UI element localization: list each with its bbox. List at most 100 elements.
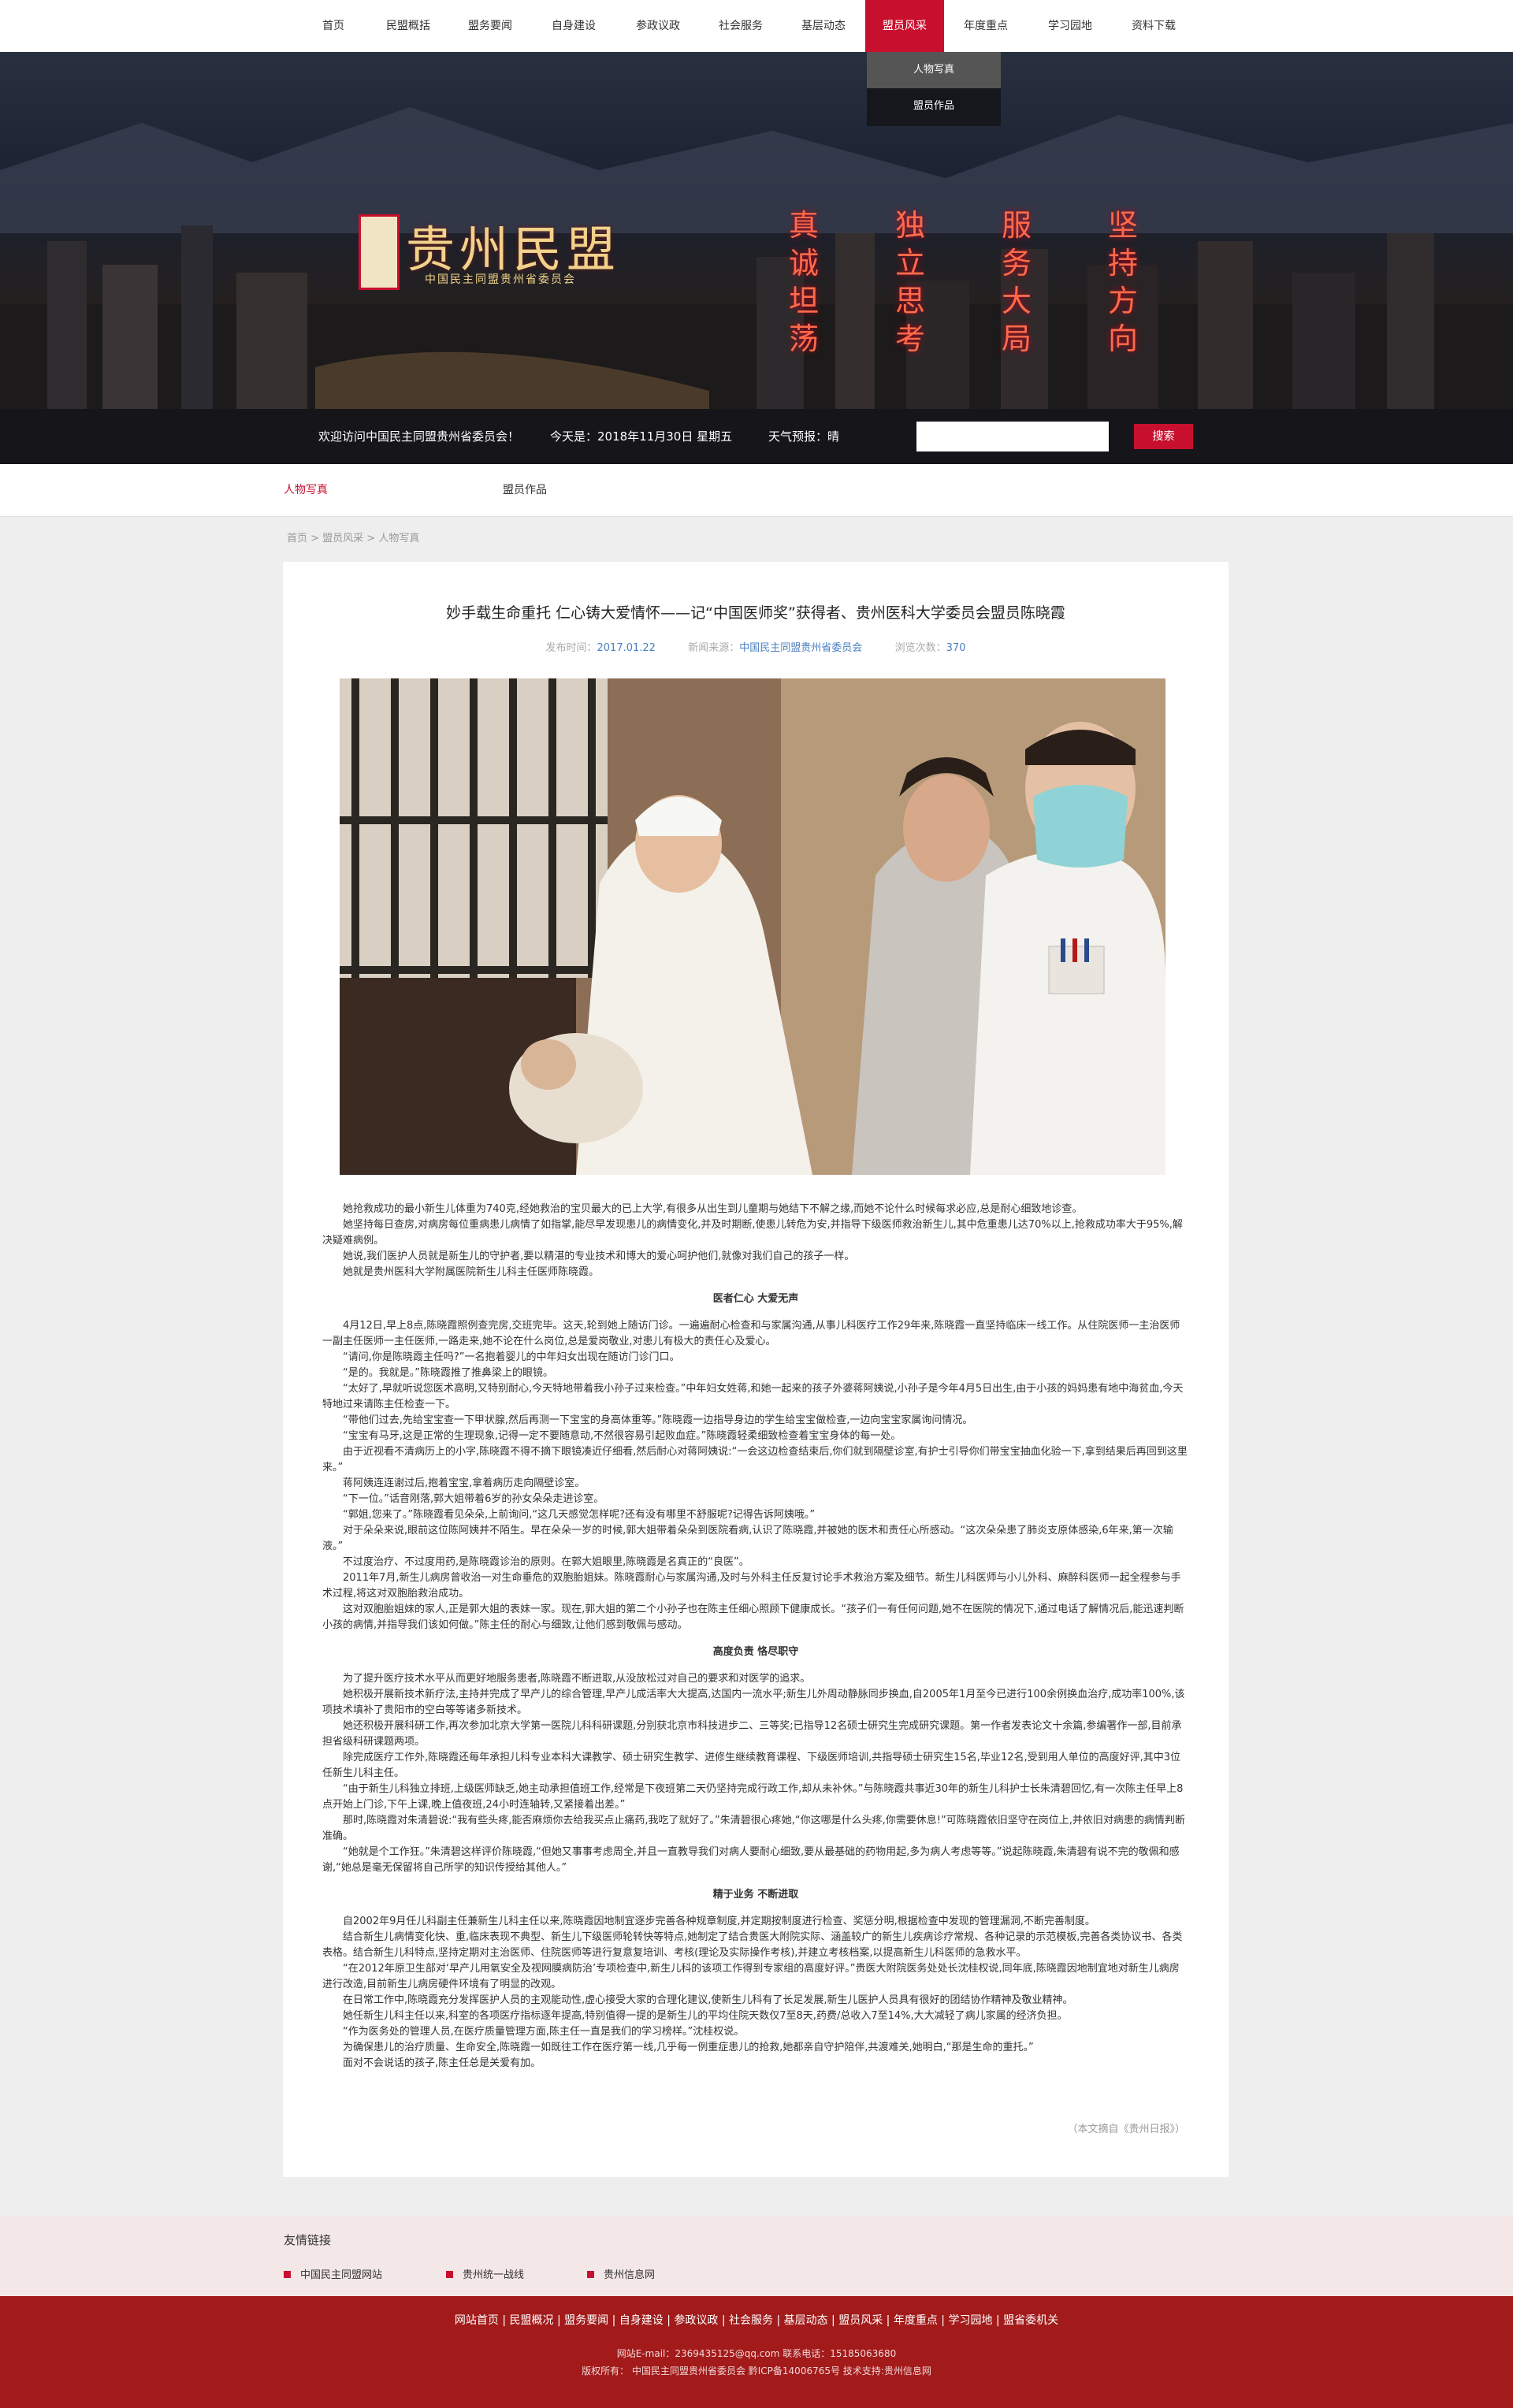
nav-item-0[interactable]: 首页 — [299, 0, 367, 52]
logo-title: 贵州民盟 — [406, 221, 621, 278]
paragraph: “由于新生儿科独立排班,上级医师缺乏,她主动承担值班工作,经常是下夜班第二天仍坚… — [322, 1783, 1184, 1811]
slogan-1: 真诚坦荡 — [788, 208, 819, 356]
square-bullet-icon — [284, 2271, 291, 2278]
doctor-photo-illustration — [340, 678, 1165, 1175]
friend-link-1[interactable]: 中国民主同盟网站 — [284, 2266, 382, 2281]
paragraph: “太好了,早就听说您医术高明,又特别耐心,今天特地带着我小孙子过来检查。”中年妇… — [322, 1383, 1184, 1410]
paragraph: 她积极开展新技术新疗法,主持并完成了早产儿的综合管理,早产儿成活率大大提高,达国… — [322, 1689, 1185, 1716]
nav-item-10[interactable]: 资料下载 — [1113, 0, 1195, 52]
seal-icon — [359, 214, 400, 290]
weather-text: 天气预报：晴 — [768, 429, 840, 444]
nav-item-9[interactable]: 学习园地 — [1028, 0, 1113, 52]
footer-nav[interactable]: 网站首页 | 民盟概况 | 盟务要闻 | 自身建设 | 参政议政 | 社会服务 … — [0, 2312, 1513, 2328]
intro-paragraphs: 她抢救成功的最小新生儿体重为740克,经她救治的宝贝最大的已上大学,有很多从出生… — [322, 1202, 1189, 1280]
subnav-item-works[interactable]: 盟员作品 — [503, 464, 547, 516]
slogan-4: 坚持方向 — [1107, 208, 1138, 356]
view-count: 370 — [946, 642, 966, 654]
friend-link-3[interactable]: 贵州信息网 — [587, 2266, 655, 2281]
footer-contact: 网站E-mail：2369435125@qq.com 联系电话：15185063… — [616, 2348, 897, 2359]
paragraph: 这对双胞胎姐妹的家人,正是郭大姐的表妹一家。现在,郭大姐的第二个小孙子也在陈主任… — [322, 1603, 1184, 1631]
nav-item-3[interactable]: 自身建设 — [531, 0, 616, 52]
section-1-title: 医者仁心 大爱无声 — [712, 1293, 799, 1305]
paragraph: 蒋阿姨连连谢过后,抱着宝宝,拿着病历走向隔壁诊室。 — [343, 1477, 585, 1489]
dropdown-item-portraits[interactable]: 人物写真 — [867, 52, 1001, 88]
slogans: 真诚坦荡 独立思考 服务大局 坚持方向 — [780, 206, 1158, 364]
friend-link-label: 贵州统一战线 — [463, 2269, 525, 2281]
header-banner: 贵州民盟 中国民主同盟贵州省委员会 真诚坦荡 独立思考 服务大局 坚持方向 — [0, 52, 1513, 409]
paragraph: 除完成医疗工作外,陈晓霞还每年承担儿科专业本科大课教学、硕士研究生教学、进修生继… — [322, 1752, 1181, 1779]
section-3-paragraphs: 自2002年9月任儿科副主任兼新生儿科主任以来,陈晓霞因地制宜逐步完善各种规章制… — [322, 1914, 1189, 2072]
article-meta: 发布时间：2017.01.22 新闻来源：中国民主同盟贵州省委员会 浏览次数：3… — [283, 639, 1229, 654]
section-3-title: 精于业务 不断进取 — [712, 1889, 799, 1901]
article-photo — [340, 678, 1165, 1175]
slogan-2: 独立思考 — [894, 208, 925, 356]
top-nav: 首页 民盟概括 盟务要闻 自身建设 参政议政 社会服务 基层动态 盟员风采 年度重点 学习园地 资料… — [0, 0, 1513, 52]
date-text: 今天是：2018年11月30日 星期五 — [550, 429, 733, 444]
info-bar: 欢迎访问中国民主同盟贵州省委员会！ 今天是：2018年11月30日 星期五 天气… — [0, 409, 1513, 464]
date-label: 发布时间： — [545, 642, 597, 654]
paragraph: 对于朵朵来说,眼前这位陈阿姨并不陌生。早在朵朵一岁的时候,郭大姐带着朵朵到医院看… — [322, 1525, 1173, 1552]
friend-link-label: 中国民主同盟网站 — [300, 2269, 383, 2281]
section-2-title: 高度负责 恪尽职守 — [712, 1646, 799, 1658]
paragraph: “是的。我就是。”陈晓霞推了推鼻梁上的眼镜。 — [343, 1367, 553, 1379]
square-bullet-icon — [587, 2271, 594, 2278]
paragraph: 自2002年9月任儿科副主任兼新生儿科主任以来,陈晓霞因地制宜逐步完善各种规章制… — [343, 1916, 1095, 1927]
paragraph: 在日常工作中,陈晓霞充分发挥医护人员的主观能动性,虚心接受大家的合理化建议,使新… — [343, 1994, 1073, 2006]
article-title: 妙手载生命重托 仁心铸大爱情怀——记“中国医师奖”获得者、贵州医科大学委员会盟员… — [446, 604, 1065, 622]
nav-item-2[interactable]: 盟务要闻 — [449, 0, 531, 52]
paragraph: 结合新生儿病情变化快、重,临床表现不典型、新生儿下级医师轮转快等特点,她制定了结… — [322, 1931, 1183, 1959]
nav-item-7[interactable]: 盟员风采 — [865, 0, 944, 52]
nav-item-8[interactable]: 年度重点 — [944, 0, 1028, 52]
publish-date: 2017.01.22 — [597, 642, 656, 654]
news-source: 中国民主同盟贵州省委员会 — [739, 642, 863, 654]
paragraph: 2011年7月,新生儿病房曾收治一对生命垂危的双胞胎姐妹。陈晓霞耐心与家属沟通,… — [322, 1572, 1181, 1600]
section-1-paragraphs: 4月12日,早上8点,陈晓霞照例查完房,交班完毕。这天,轮到她上随访门诊。一遍遍… — [322, 1318, 1189, 1633]
paragraph: 面对不会说话的孩子,陈主任总是关爱有加。 — [343, 2057, 541, 2069]
nav-item-1[interactable]: 民盟概括 — [367, 0, 449, 52]
paragraph: “郭姐,您来了。”陈晓霞看见朵朵,上前询问,“这几天感觉怎样呢?还有没有哪里不舒… — [343, 1509, 816, 1521]
paragraph: 她抢救成功的最小新生儿体重为740克,经她救治的宝贝最大的已上大学,有很多从出生… — [343, 1203, 1083, 1215]
subnav-item-portraits[interactable]: 人物写真 — [284, 464, 328, 516]
paragraph: 为了提升医疗技术水平从而更好地服务患者,陈晓霞不断进取,从没放松过对自己的要求和… — [343, 1673, 811, 1685]
breadcrumb[interactable]: 首页 > 盟员风采 > 人物写真 — [287, 530, 419, 544]
paragraph: 她还积极开展科研工作,再次参加北京大学第一医院儿科科研课题,分别获北京市科技进步… — [322, 1720, 1182, 1748]
friend-link-2[interactable]: 贵州统一战线 — [446, 2266, 524, 2281]
source-note: （本文摘自《贵州日报》） — [1067, 2124, 1185, 2135]
paragraph: 她说,我们医护人员就是新生儿的守护者,要以精湛的专业技术和博大的爱心呵护他们,就… — [343, 1250, 855, 1262]
dropdown-item-works[interactable]: 盟员作品 — [867, 88, 1001, 124]
logo-subtitle: 中国民主同盟贵州省委员会 — [425, 273, 576, 286]
paragraph: 她就是贵州医科大学附属医院新生儿科主任医师陈晓霞。 — [343, 1266, 600, 1278]
welcome-text: 欢迎访问中国民主同盟贵州省委员会！ — [318, 429, 520, 444]
main-menu: 首页 民盟概括 盟务要闻 自身建设 参政议政 社会服务 基层动态 盟员风采 年度重点 学习园地 资料… — [299, 0, 1195, 52]
search-input[interactable] — [916, 422, 1109, 452]
search-button[interactable]: 搜索 — [1134, 424, 1193, 449]
paragraph: “她就是个工作狂。”朱清碧这样评价陈晓霞,“但她又事事考虑周全,并且一直教导我们… — [322, 1846, 1180, 1874]
sub-nav: 人物写真 盟员作品 — [0, 464, 1513, 517]
paragraph: 那时,陈晓霞对朱清碧说:“我有些头疼,能否麻烦你去给我买点止痛药,我吃了就好了。… — [322, 1815, 1185, 1842]
footer: 网站首页 | 民盟概况 | 盟务要闻 | 自身建设 | 参政议政 | 社会服务 … — [0, 2296, 1513, 2408]
paragraph: 为确保患儿的治疗质量、生命安全,陈晓霞一如既往工作在医疗第一线,几乎每一例重症患… — [343, 2042, 1034, 2053]
paragraph: “在2012年原卫生部对‘早产儿用氧安全及视网膜病防治’专项检查中,新生儿科的该… — [322, 1963, 1180, 1990]
paragraph: 她任新生儿科主任以来,科室的各项医疗指标逐年提高,特别值得一提的是新生儿的平均住… — [343, 2010, 1068, 2022]
paragraph: “请问,你是陈晓霞主任吗?”一名抱着婴儿的中年妇女出现在随访门诊门口。 — [343, 1351, 680, 1363]
city-skyline — [0, 225, 1513, 409]
site-logo[interactable]: 贵州民盟 中国民主同盟贵州省委员会 — [359, 199, 642, 333]
friend-links: 友情链接 中国民主同盟网站 贵州统一战线 贵州信息网 — [0, 2216, 1513, 2296]
nav-item-4[interactable]: 参政议政 — [616, 0, 700, 52]
section-2-paragraphs: 为了提升医疗技术水平从而更好地服务患者,陈晓霞不断进取,从没放松过对自己的要求和… — [322, 1671, 1189, 1876]
footer-copyright: 版权所有： 中国民主同盟贵州省委员会 黔ICP备14006765号 技术支持:贵… — [582, 2365, 931, 2376]
paragraph: “下一位。”话音刚落,郭大姐带着6岁的孙女朵朵走进诊室。 — [343, 1493, 604, 1505]
nav-dropdown: 人物写真 盟员作品 — [867, 52, 1001, 126]
friend-links-title: 友情链接 — [284, 2233, 332, 2247]
paragraph: “宝宝有马牙,这是正常的生理现象,记得一定不要随意动,不然很容易引起败血症。”陈… — [343, 1430, 901, 1442]
paragraph: 不过度治疗、不过度用药,是陈晓霞诊治的原则。在郭大姐眼里,陈晓霞是名真正的“良医… — [343, 1556, 749, 1568]
square-bullet-icon — [446, 2271, 453, 2278]
paragraph: “作为医务处的管理人员,在医疗质量管理方面,陈主任一直是我们的学习榜样。”沈桂权… — [343, 2026, 745, 2038]
slogan-3: 服务大局 — [1001, 208, 1032, 356]
paragraph: 由于近视看不清病历上的小字,陈晓霞不得不摘下眼镜凑近仔细看,然后耐心对蒋阿姨说:… — [322, 1446, 1188, 1473]
paragraph: 她坚持每日查房,对病房每位重病患儿病情了如指掌,能尽早发现患儿的病情变化,并及时… — [322, 1219, 1183, 1247]
paragraph: “带他们过去,先给宝宝查一下甲状腺,然后再测一下宝宝的身高体重等。”陈晓霞一边指… — [343, 1414, 973, 1426]
nav-item-6[interactable]: 基层动态 — [782, 0, 865, 52]
nav-item-5[interactable]: 社会服务 — [700, 0, 782, 52]
source-label: 新闻来源： — [688, 642, 740, 654]
